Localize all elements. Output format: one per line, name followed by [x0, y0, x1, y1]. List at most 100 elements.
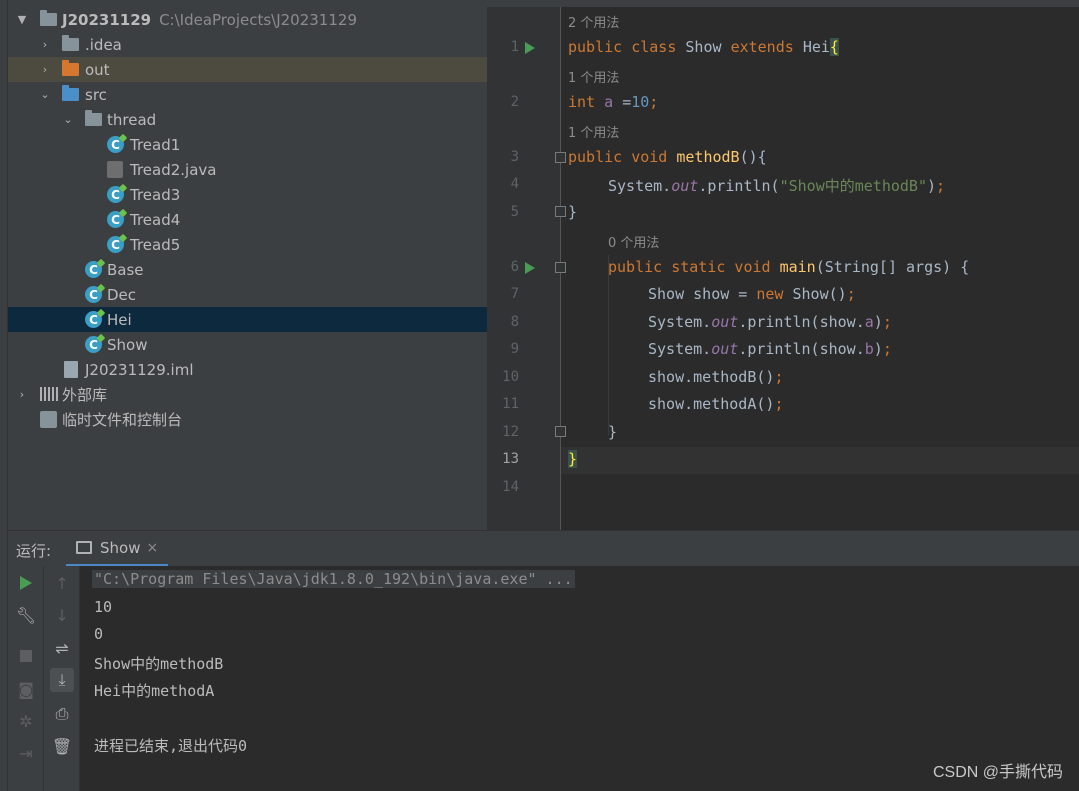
- line-number: 1: [510, 39, 519, 55]
- run-panel-title: 运行:: [16, 542, 52, 560]
- code-line-9: System.out.println(show.b);: [648, 340, 892, 358]
- tree-item-label: Show: [107, 335, 148, 354]
- tree-item-tread5[interactable]: C Tread5: [8, 232, 487, 257]
- module-file-icon: [64, 361, 78, 378]
- fold-icon[interactable]: [555, 262, 566, 273]
- down-button[interactable]: ↓: [50, 603, 74, 627]
- code-line-5: }: [568, 203, 578, 221]
- arrow-up-icon: ↑: [55, 573, 69, 593]
- clear-button[interactable]: 🗑︎: [50, 734, 74, 758]
- code-line-11: show.methodA();: [648, 395, 784, 413]
- rerun-button[interactable]: [14, 571, 38, 595]
- tree-root[interactable]: ▼ J20231129 C:\IdeaProjects\J20231129: [8, 7, 487, 32]
- tree-item-label: .idea: [85, 35, 122, 54]
- code-line-6: public static void main(String[] args) {: [608, 258, 970, 276]
- fold-icon[interactable]: [555, 152, 566, 163]
- line-number: 2: [510, 94, 519, 110]
- project-folder-icon: [40, 10, 57, 26]
- dump-threads-button[interactable]: ◙: [14, 677, 38, 701]
- print-button[interactable]: ⎙: [50, 702, 74, 726]
- gear-icon: ✲: [19, 711, 33, 731]
- fold-icon[interactable]: [555, 206, 566, 217]
- code-editor[interactable]: 1 2 3 4 5 6 7 8 9 10 11 12 13 14 2 个用法 1…: [487, 0, 1079, 530]
- run-main-icon[interactable]: [525, 262, 535, 274]
- tree-item-label: thread: [107, 110, 157, 129]
- tree-item-label: 外部库: [62, 386, 108, 404]
- java-class-icon: C: [85, 286, 102, 303]
- run-class-icon[interactable]: [525, 42, 535, 54]
- settings-button[interactable]: ✲: [14, 709, 38, 733]
- console-line: 0: [94, 625, 104, 643]
- java-file-icon: [107, 161, 123, 178]
- source-folder-icon: [62, 85, 79, 101]
- tree-item-idea[interactable]: › .idea: [8, 32, 487, 57]
- tree-item-label: 临时文件和控制台: [62, 411, 183, 429]
- trash-icon: 🗑︎: [51, 736, 73, 756]
- tree-item-label: Base: [107, 260, 144, 279]
- run-tab-label: Show: [100, 538, 141, 557]
- usage-hint[interactable]: 1 个用法: [568, 122, 619, 141]
- tree-item-tread4[interactable]: C Tread4: [8, 207, 487, 232]
- chevron-right-icon[interactable]: ›: [39, 38, 51, 51]
- usage-hint[interactable]: 1 个用法: [568, 67, 619, 86]
- tree-item-show[interactable]: C Show: [8, 332, 487, 357]
- tree-item-tread3[interactable]: C Tread3: [8, 182, 487, 207]
- code-line-12: }: [608, 423, 618, 441]
- exit-button[interactable]: ⇥: [14, 741, 38, 765]
- chevron-down-icon[interactable]: ⌄: [62, 113, 74, 126]
- scroll-to-end-button[interactable]: ⤓: [50, 668, 74, 692]
- soft-wrap-button[interactable]: ⇌: [50, 636, 74, 660]
- run-panel-header: 运行: Show ×: [8, 530, 1079, 567]
- line-number: 5: [510, 204, 519, 220]
- run-tab-show[interactable]: Show ×: [66, 531, 169, 567]
- code-line-1: public class Show extends Hei{: [568, 38, 839, 56]
- code-line-3: public void methodB(){: [568, 148, 767, 166]
- up-button[interactable]: ↑: [50, 571, 74, 595]
- code-line-2: int a =10;: [568, 93, 659, 111]
- chevron-down-icon[interactable]: ▼: [16, 13, 28, 26]
- tree-item-hei[interactable]: C Hei: [8, 307, 487, 332]
- java-class-icon: C: [107, 186, 124, 203]
- tree-item-tread1[interactable]: C Tread1: [8, 132, 487, 157]
- line-number: 14: [502, 479, 519, 495]
- tree-item-label: Tread4: [130, 210, 181, 229]
- fold-icon[interactable]: [555, 426, 566, 437]
- play-icon: [20, 576, 32, 590]
- tree-item-out[interactable]: › out: [8, 57, 487, 82]
- tree-item-src[interactable]: ⌄ src: [8, 82, 487, 107]
- tree-item-tread2[interactable]: Tread2.java: [8, 157, 487, 182]
- line-number: 7: [510, 286, 519, 302]
- indent-guide: [608, 255, 609, 435]
- line-number: 3: [510, 149, 519, 165]
- project-name: J20231129: [62, 10, 152, 29]
- chevron-right-icon[interactable]: ›: [39, 63, 51, 76]
- edit-config-button[interactable]: 🔧︎: [14, 603, 38, 627]
- console-line: 10: [94, 598, 113, 616]
- tree-item-label: Dec: [107, 285, 137, 304]
- wrap-icon: ⇌: [55, 638, 69, 658]
- tree-item-thread[interactable]: ⌄ thread: [8, 107, 487, 132]
- close-icon[interactable]: ×: [146, 540, 158, 556]
- line-number: 10: [502, 369, 519, 385]
- tree-item-external-libraries[interactable]: › 外部库: [8, 382, 487, 407]
- code-line-10: show.methodB();: [648, 368, 784, 386]
- tree-item-base[interactable]: C Base: [8, 257, 487, 282]
- stop-button[interactable]: [14, 644, 38, 668]
- console-exit-line: 进程已结束,退出代码0: [94, 737, 248, 755]
- tree-item-dec[interactable]: C Dec: [8, 282, 487, 307]
- run-toolbar-secondary: ↑ ↓ ⇌ ⤓ ⎙ 🗑︎: [44, 566, 80, 791]
- chevron-down-icon[interactable]: ⌄: [39, 88, 51, 101]
- tree-item-iml[interactable]: J20231129.iml: [8, 357, 487, 382]
- tree-item-label: Tread5: [130, 235, 181, 254]
- console-command-line[interactable]: "C:\Program Files\Java\jdk1.8.0_192\bin\…: [92, 570, 575, 588]
- console-output[interactable]: "C:\Program Files\Java\jdk1.8.0_192\bin\…: [80, 566, 1079, 791]
- code-line-8: System.out.println(show.a);: [648, 313, 892, 331]
- library-icon: [40, 387, 58, 401]
- tree-item-scratches[interactable]: 临时文件和控制台: [8, 407, 487, 432]
- chevron-right-icon[interactable]: ›: [16, 388, 28, 401]
- package-icon: [85, 110, 102, 126]
- usage-hint[interactable]: 2 个用法: [568, 12, 619, 31]
- wrench-icon: 🔧︎: [15, 605, 37, 625]
- folder-icon: [62, 35, 79, 51]
- usage-hint[interactable]: 0 个用法: [608, 232, 659, 251]
